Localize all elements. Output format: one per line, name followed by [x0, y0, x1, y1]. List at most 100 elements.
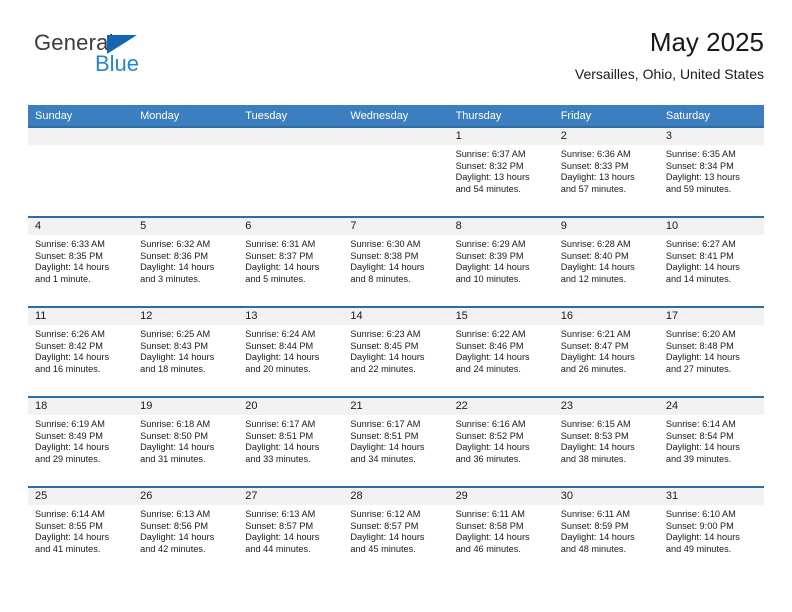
sunrise-text: Sunrise: 6:22 AM [455, 329, 526, 339]
daylight-text-line1: Daylight: 14 hours [245, 262, 320, 273]
day-details: Sunrise: 6:16 AM Sunset: 8:52 PM Daylight:… [449, 415, 554, 465]
sunrise-text: Sunrise: 6:26 AM [35, 329, 105, 339]
calendar-day-cell[interactable]: 28 Sunrise: 6:12 AM Sunset: 8:57 PM Dayligh… [343, 488, 449, 576]
sunset-text: Sunset: 8:58 PM [455, 520, 524, 531]
sunrise-text: Sunrise: 6:29 AM [455, 239, 526, 249]
daylight-text-line1: Daylight: 13 hours [455, 172, 530, 183]
day-details: Sunrise: 6:30 AM Sunset: 8:38 PM Daylight:… [343, 235, 448, 285]
calendar-day-cell[interactable]: 26 Sunrise: 6:13 AM Sunset: 8:56 PM Dayligh… [133, 488, 239, 576]
daylight-text-line2: and 57 minutes. [560, 183, 627, 194]
calendar-cell: 2 Sunrise: 6:36 AM Sunset: 8:33 PM Daylight… [553, 126, 659, 217]
day-number: 10 [658, 218, 764, 235]
day-details: Sunrise: 6:14 AM Sunset: 8:55 PM Daylight:… [28, 505, 133, 555]
day-number: 22 [448, 398, 554, 415]
calendar-day-cell[interactable]: 23 Sunrise: 6:15 AM Sunset: 8:53 PM Dayligh… [553, 398, 659, 486]
calendar-week-row: 25 Sunrise: 6:14 AM Sunset: 8:55 PM Dayligh… [28, 486, 764, 576]
day-number: 23 [553, 398, 659, 415]
sunset-text: Sunset: 8:54 PM [665, 430, 734, 441]
calendar-day-cell[interactable]: 27 Sunrise: 6:13 AM Sunset: 8:57 PM Dayligh… [238, 488, 344, 576]
sunset-text: Sunset: 8:36 PM [140, 250, 209, 261]
weekday-header-wednesday: Wednesday [343, 105, 449, 127]
calendar-cell: 16 Sunrise: 6:21 AM Sunset: 8:47 PM Dayligh… [553, 306, 659, 397]
calendar-day-cell[interactable]: 11 Sunrise: 6:26 AM Sunset: 8:42 PM Dayligh… [28, 308, 134, 396]
calendar-day-cell[interactable]: 30 Sunrise: 6:11 AM Sunset: 8:59 PM Dayligh… [553, 488, 659, 576]
calendar-cell: 12 Sunrise: 6:25 AM Sunset: 8:43 PM Dayligh… [133, 306, 239, 397]
calendar-cell: 22 Sunrise: 6:16 AM Sunset: 8:52 PM Dayligh… [448, 396, 554, 487]
calendar-day-cell[interactable]: 5 Sunrise: 6:32 AM Sunset: 8:36 PM Daylight… [133, 218, 239, 306]
calendar-day-cell[interactable]: 12 Sunrise: 6:25 AM Sunset: 8:43 PM Dayligh… [133, 308, 239, 396]
calendar-cell: 7 Sunrise: 6:30 AM Sunset: 8:38 PM Daylight… [343, 216, 449, 307]
calendar-cell: 3 Sunrise: 6:35 AM Sunset: 8:34 PM Daylight… [658, 126, 764, 217]
calendar-cell: 11 Sunrise: 6:26 AM Sunset: 8:42 PM Dayligh… [28, 306, 134, 397]
calendar-cell: 1 Sunrise: 6:37 AM Sunset: 8:32 PM Daylight… [448, 126, 554, 217]
page-title: May 2025 [649, 27, 764, 57]
day-details: Sunrise: 6:24 AM Sunset: 8:44 PM Daylight:… [238, 325, 343, 375]
day-number: 18 [28, 398, 134, 415]
calendar-day-cell[interactable]: 21 Sunrise: 6:17 AM Sunset: 8:51 PM Dayligh… [343, 398, 449, 486]
day-details: Sunrise: 6:28 AM Sunset: 8:40 PM Daylight:… [554, 235, 659, 285]
calendar-day-cell[interactable]: 2 Sunrise: 6:36 AM Sunset: 8:33 PM Daylight… [553, 128, 659, 216]
sunrise-text: Sunrise: 6:25 AM [140, 329, 211, 339]
sunset-text: Sunset: 8:50 PM [140, 430, 209, 441]
calendar-cell: 14 Sunrise: 6:23 AM Sunset: 8:45 PM Dayligh… [343, 306, 449, 397]
sunrise-text: Sunrise: 6:30 AM [350, 239, 421, 249]
sunset-text: Sunset: 8:34 PM [665, 160, 734, 171]
daylight-text-line1: Daylight: 14 hours [455, 352, 530, 363]
calendar-day-cell[interactable]: 10 Sunrise: 6:27 AM Sunset: 8:41 PM Dayligh… [658, 218, 764, 306]
day-number: 13 [238, 308, 344, 325]
calendar-day-cell-empty [238, 128, 344, 216]
calendar-day-cell[interactable]: 15 Sunrise: 6:22 AM Sunset: 8:46 PM Dayligh… [448, 308, 554, 396]
daylight-text-line1: Daylight: 14 hours [350, 352, 425, 363]
calendar-cell: 24 Sunrise: 6:14 AM Sunset: 8:54 PM Dayligh… [658, 396, 764, 487]
day-number: 29 [448, 488, 554, 505]
calendar-day-cell[interactable]: 3 Sunrise: 6:35 AM Sunset: 8:34 PM Daylight… [658, 128, 764, 216]
sunrise-text: Sunrise: 6:14 AM [665, 419, 736, 429]
day-details: Sunrise: 6:26 AM Sunset: 8:42 PM Daylight:… [28, 325, 133, 375]
sunset-text: Sunset: 9:00 PM [665, 520, 734, 531]
calendar-cell: 21 Sunrise: 6:17 AM Sunset: 8:51 PM Dayligh… [343, 396, 449, 487]
calendar-day-cell[interactable]: 19 Sunrise: 6:18 AM Sunset: 8:50 PM Dayligh… [133, 398, 239, 486]
daylight-text-line1: Daylight: 13 hours [560, 172, 635, 183]
calendar-day-cell[interactable]: 1 Sunrise: 6:37 AM Sunset: 8:32 PM Daylight… [448, 128, 554, 216]
calendar-cell: 17 Sunrise: 6:20 AM Sunset: 8:48 PM Dayligh… [658, 306, 764, 397]
calendar-day-cell[interactable]: 6 Sunrise: 6:31 AM Sunset: 8:37 PM Daylight… [238, 218, 344, 306]
day-details: Sunrise: 6:35 AM Sunset: 8:34 PM Daylight:… [659, 145, 764, 195]
calendar-day-cell[interactable]: 14 Sunrise: 6:23 AM Sunset: 8:45 PM Dayligh… [343, 308, 449, 396]
calendar-day-cell[interactable]: 13 Sunrise: 6:24 AM Sunset: 8:44 PM Dayligh… [238, 308, 344, 396]
calendar-day-cell[interactable]: 22 Sunrise: 6:16 AM Sunset: 8:52 PM Dayligh… [448, 398, 554, 486]
day-number: 5 [133, 218, 239, 235]
calendar-day-cell[interactable]: 7 Sunrise: 6:30 AM Sunset: 8:38 PM Daylight… [343, 218, 449, 306]
calendar-day-cell[interactable]: 16 Sunrise: 6:21 AM Sunset: 8:47 PM Dayligh… [553, 308, 659, 396]
sunset-text: Sunset: 8:37 PM [245, 250, 314, 261]
calendar-day-cell[interactable]: 17 Sunrise: 6:20 AM Sunset: 8:48 PM Dayligh… [658, 308, 764, 396]
calendar-day-cell-empty [28, 128, 134, 216]
calendar-day-cell[interactable]: 4 Sunrise: 6:33 AM Sunset: 8:35 PM Daylight… [28, 218, 134, 306]
daylight-text-line1: Daylight: 14 hours [245, 352, 320, 363]
day-number: 6 [238, 218, 344, 235]
day-details: Sunrise: 6:37 AM Sunset: 8:32 PM Daylight:… [449, 145, 554, 195]
calendar-page: General Blue May 2025 Versailles, Ohio, … [0, 0, 792, 612]
calendar-cell [238, 126, 344, 217]
calendar-day-cell[interactable]: 20 Sunrise: 6:17 AM Sunset: 8:51 PM Dayligh… [238, 398, 344, 486]
calendar-day-cell[interactable]: 24 Sunrise: 6:14 AM Sunset: 8:54 PM Dayligh… [658, 398, 764, 486]
daylight-text-line2: and 16 minutes. [35, 363, 101, 374]
calendar-day-cell[interactable]: 8 Sunrise: 6:29 AM Sunset: 8:39 PM Daylight… [448, 218, 554, 306]
calendar-day-cell[interactable]: 29 Sunrise: 6:11 AM Sunset: 8:58 PM Dayligh… [448, 488, 554, 576]
sunrise-text: Sunrise: 6:37 AM [455, 149, 526, 159]
day-number: 2 [553, 128, 659, 145]
sunset-text: Sunset: 8:35 PM [35, 250, 103, 261]
daylight-text-line2: and 12 minutes. [560, 273, 627, 284]
day-number: 4 [28, 218, 134, 235]
daylight-text-line2: and 3 minutes. [140, 273, 201, 284]
calendar-day-cell[interactable]: 25 Sunrise: 6:14 AM Sunset: 8:55 PM Dayligh… [28, 488, 134, 576]
calendar-day-cell[interactable]: 9 Sunrise: 6:28 AM Sunset: 8:40 PM Daylight… [553, 218, 659, 306]
day-details: Sunrise: 6:23 AM Sunset: 8:45 PM Daylight:… [343, 325, 448, 375]
daylight-text-line2: and 46 minutes. [455, 543, 521, 554]
calendar-day-cell[interactable]: 31 Sunrise: 6:10 AM Sunset: 9:00 PM Dayligh… [658, 488, 764, 576]
sunset-text: Sunset: 8:40 PM [560, 250, 629, 261]
day-details: Sunrise: 6:17 AM Sunset: 8:51 PM Daylight:… [238, 415, 343, 465]
weekday-header-monday: Monday [133, 105, 239, 127]
calendar-cell [28, 126, 134, 217]
day-details: Sunrise: 6:14 AM Sunset: 8:54 PM Daylight:… [659, 415, 764, 465]
calendar-day-cell[interactable]: 18 Sunrise: 6:19 AM Sunset: 8:49 PM Dayligh… [28, 398, 134, 486]
